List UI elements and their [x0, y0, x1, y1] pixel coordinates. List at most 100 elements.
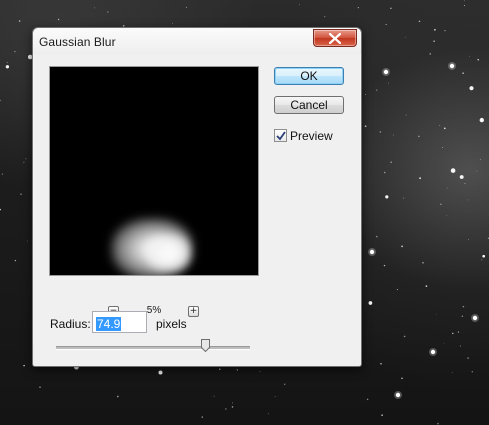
star [185, 6, 187, 8]
star [14, 50, 16, 53]
bright-star [449, 63, 455, 69]
star [459, 175, 464, 179]
star [401, 245, 403, 248]
star [469, 56, 470, 57]
star [379, 131, 382, 133]
star [283, 383, 286, 386]
checkmark-icon [276, 131, 286, 141]
star [443, 343, 445, 344]
star [172, 22, 173, 24]
preview-image[interactable] [49, 66, 259, 276]
star [482, 254, 486, 258]
star [446, 215, 447, 217]
star [213, 395, 215, 397]
pixels-unit-label: pixels [156, 317, 187, 331]
cancel-button[interactable]: Cancel [274, 96, 344, 114]
bright-star [369, 249, 375, 255]
star [385, 23, 387, 26]
dialog-body: − 5% + OK Cancel Preview Radius: 74.9 pi… [34, 54, 360, 365]
radius-slider-track[interactable] [56, 346, 250, 350]
star [201, 416, 203, 418]
star [357, 7, 359, 9]
star [267, 413, 269, 415]
zoom-in-icon: + [189, 306, 198, 316]
star [405, 114, 407, 116]
star [26, 240, 28, 242]
star [380, 363, 382, 365]
star [393, 134, 394, 136]
star [464, 183, 466, 184]
star [457, 331, 459, 333]
star [158, 370, 163, 375]
star [5, 65, 10, 69]
bright-star [472, 315, 478, 321]
star [469, 86, 474, 91]
star [1, 173, 4, 175]
star [366, 398, 369, 401]
star [383, 264, 386, 267]
star [6, 61, 8, 64]
star [368, 301, 373, 305]
star [461, 315, 463, 317]
star [39, 386, 41, 388]
star [468, 239, 469, 240]
close-button[interactable] [313, 29, 357, 47]
star [462, 72, 464, 74]
star [418, 20, 421, 23]
star [481, 259, 483, 261]
star [390, 161, 393, 164]
preview-label[interactable]: Preview [290, 129, 333, 143]
star [388, 82, 389, 84]
star [439, 125, 441, 126]
star [464, 0, 466, 2]
star [236, 369, 238, 371]
star [418, 135, 420, 138]
star [219, 368, 221, 370]
star [443, 127, 446, 130]
title-bar[interactable]: Gaussian Blur [33, 28, 361, 54]
star [23, 161, 25, 163]
bright-star [430, 349, 436, 355]
star [450, 168, 456, 173]
radius-input[interactable]: 74.9 [92, 311, 147, 333]
star [381, 414, 383, 416]
star [18, 20, 21, 22]
star [467, 199, 469, 201]
star [385, 195, 389, 199]
star [404, 36, 406, 38]
radius-label: Radius: [50, 317, 91, 331]
star [383, 171, 386, 174]
star [479, 158, 481, 160]
star [401, 377, 403, 380]
star [376, 89, 378, 91]
star [451, 372, 453, 373]
star [14, 259, 17, 262]
star [20, 193, 22, 196]
star [365, 94, 366, 95]
star [0, 208, 2, 211]
star [23, 364, 25, 367]
star [463, 4, 465, 6]
star [434, 28, 436, 31]
ok-button[interactable]: OK [274, 67, 344, 85]
star [403, 197, 405, 199]
star [435, 313, 437, 315]
star [390, 7, 392, 9]
gaussian-blur-dialog: Gaussian Blur − 5% + OK Cancel Preview R… [32, 27, 362, 367]
star [479, 117, 484, 123]
star [0, 99, 1, 102]
star [446, 187, 448, 189]
radius-slider-thumb[interactable] [200, 339, 210, 352]
star [107, 11, 109, 13]
star [375, 235, 378, 238]
star [444, 30, 446, 32]
star [25, 158, 27, 160]
star [442, 147, 444, 148]
zoom-in-button[interactable]: + [188, 306, 199, 317]
star [477, 59, 479, 61]
star [259, 370, 261, 372]
star [274, 395, 276, 397]
star [433, 40, 435, 42]
preview-checkbox[interactable] [274, 129, 287, 142]
star [94, 7, 96, 9]
